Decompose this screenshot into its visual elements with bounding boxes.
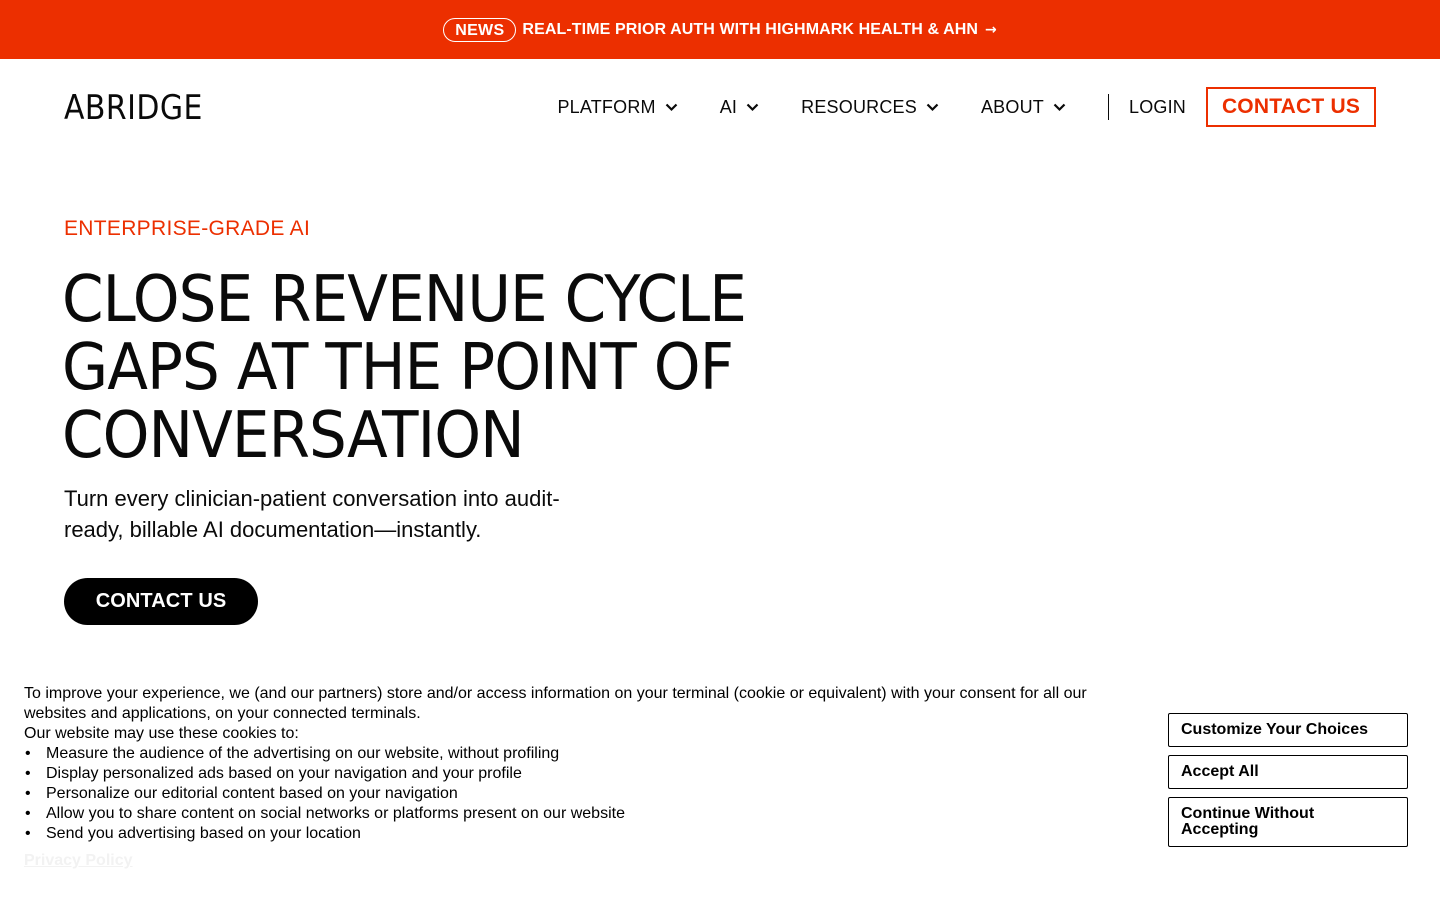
- hero-eyebrow: ENTERPRISE-GRADE AI: [64, 217, 311, 240]
- customize-choices-button[interactable]: Customize Your Choices: [1168, 713, 1408, 747]
- chevron-down-icon: [926, 103, 939, 111]
- nav-item-platform[interactable]: PLATFORM: [557, 97, 677, 118]
- nav-item-ai[interactable]: AI: [720, 97, 759, 118]
- site-header: ABRIDGE PLATFORM AI RESOURCES ABOUT LOGI…: [0, 59, 1440, 155]
- arrow-right-icon: →: [985, 21, 997, 38]
- cookie-button-group: Customize Your Choices Accept All Contin…: [1168, 713, 1408, 855]
- list-item: Measure the audience of the advertising …: [24, 744, 1104, 764]
- chevron-down-icon: [1053, 103, 1066, 111]
- headline-line: CLOSE REVENUE CYCLE: [62, 263, 747, 337]
- headline-line: CONVERSATION: [62, 399, 525, 473]
- login-link[interactable]: LOGIN: [1129, 97, 1186, 118]
- cookie-uses-list: Measure the audience of the advertising …: [24, 744, 1104, 844]
- chevron-down-icon: [665, 103, 677, 111]
- contact-us-header-button[interactable]: CONTACT US: [1206, 87, 1376, 127]
- accept-all-button[interactable]: Accept All: [1168, 755, 1408, 789]
- subheading-line: ready, billable AI documentation—instant…: [64, 517, 482, 542]
- chevron-down-icon: [746, 103, 759, 111]
- nav-item-about[interactable]: ABOUT: [981, 97, 1066, 118]
- announcement-text: REAL-TIME PRIOR AUTH WITH HIGHMARK HEALT…: [522, 20, 979, 38]
- news-badge: NEWS: [443, 17, 517, 42]
- list-item: Personalize our editorial content based …: [24, 784, 1104, 804]
- cookie-message: To improve your experience, we (and our …: [24, 684, 1104, 844]
- cookie-uses-intro: Our website may use these cookies to:: [24, 725, 299, 742]
- main-nav: PLATFORM AI RESOURCES ABOUT LOGIN CONTAC…: [557, 87, 1376, 127]
- nav-item-label: RESOURCES: [801, 96, 917, 117]
- hero-headline: CLOSE REVENUE CYCLE GAPS AT THE POINT OF…: [62, 266, 769, 470]
- announcement-link[interactable]: NEWS REAL-TIME PRIOR AUTH WITH HIGHMARK …: [443, 17, 997, 42]
- nav-item-label: AI: [719, 96, 738, 117]
- subheading-line: Turn every clinician-patient conversatio…: [64, 486, 560, 511]
- nav-item-label: ABOUT: [980, 96, 1044, 117]
- cookie-intro-line: websites and applications, on your conne…: [24, 705, 421, 722]
- list-item: Display personalized ads based on your n…: [24, 764, 1104, 784]
- nav-item-label: PLATFORM: [557, 96, 656, 117]
- contact-us-hero-button[interactable]: CONTACT US: [64, 578, 258, 625]
- cookie-consent-banner: To improve your experience, we (and our …: [0, 678, 1440, 900]
- list-item: Allow you to share content on social net…: [24, 804, 1104, 824]
- cookie-intro-line: To improve your experience, we (and our …: [24, 685, 1087, 702]
- hero-subheading: Turn every clinician-patient conversatio…: [64, 483, 644, 545]
- nav-item-resources[interactable]: RESOURCES: [801, 97, 939, 118]
- abridge-logo[interactable]: ABRIDGE: [64, 88, 203, 128]
- continue-without-accepting-button[interactable]: Continue Without Accepting: [1168, 797, 1408, 847]
- list-item: Send you advertising based on your locat…: [24, 824, 1104, 844]
- announcement-bar: NEWS REAL-TIME PRIOR AUTH WITH HIGHMARK …: [0, 0, 1440, 59]
- privacy-policy-link[interactable]: Privacy Policy: [24, 852, 133, 870]
- nav-divider: [1107, 94, 1109, 120]
- headline-line: GAPS AT THE POINT OF: [62, 331, 734, 405]
